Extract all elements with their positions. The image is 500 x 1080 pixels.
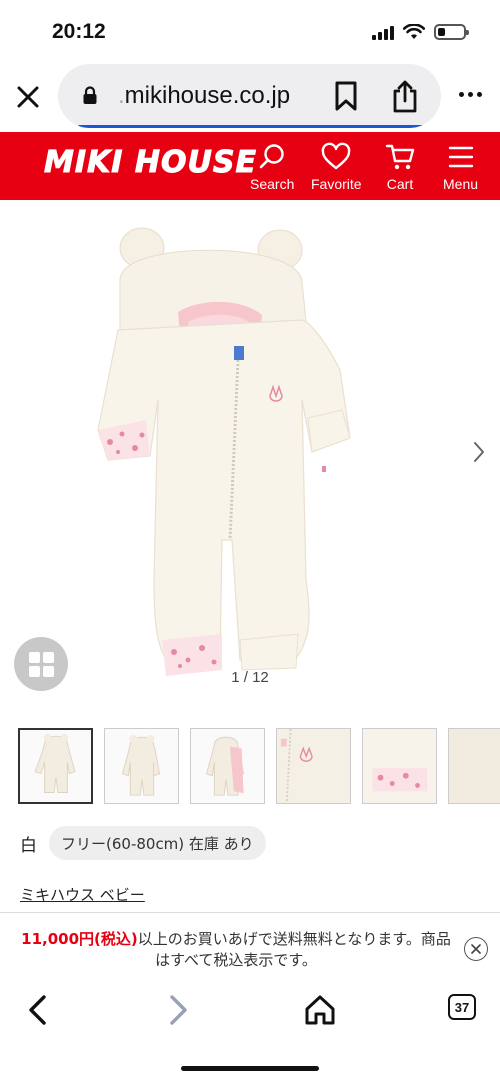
browser-url-row: .mikihouse.co.jp: [0, 62, 500, 132]
signal-icon: [372, 24, 394, 40]
nav-menu-label: Menu: [443, 176, 479, 192]
load-progress-bar: [78, 125, 425, 128]
cart-icon: [385, 144, 415, 170]
variant-row: 白 フリー(60-80cm) 在庫 あり: [20, 826, 266, 860]
status-bar: 20:12: [0, 0, 500, 62]
thumbnail-item[interactable]: [448, 728, 500, 804]
notice-tax: (税込): [94, 930, 138, 948]
product-gallery[interactable]: 1 / 12: [0, 200, 500, 720]
thumbnail-strip[interactable]: [18, 728, 500, 806]
nav-favorite-label: Favorite: [311, 176, 362, 192]
wifi-icon: [403, 24, 425, 39]
site-logo[interactable]: MIKI HOUSE: [44, 145, 257, 181]
browser-toolbar: 37: [0, 980, 500, 1080]
battery-icon: [434, 24, 469, 40]
bookmark-icon[interactable]: [334, 81, 358, 111]
shipping-notice: 11,000円(税込)以上のお買いあげで送料無料となります。商品はすべて税込表示…: [0, 912, 500, 978]
notice-close-button[interactable]: [464, 937, 488, 961]
thumbnail-item[interactable]: [362, 728, 437, 804]
thumbnail-item[interactable]: [18, 728, 93, 804]
close-icon[interactable]: [14, 83, 42, 111]
thumbnail-item[interactable]: [276, 728, 351, 804]
back-icon[interactable]: [20, 992, 56, 1028]
image-counter: 1 / 12: [231, 669, 269, 686]
notice-price: 11,000円: [21, 930, 95, 948]
nav-favorite[interactable]: Favorite: [311, 142, 362, 192]
nav-cart-label: Cart: [386, 176, 414, 192]
home-indicator: [181, 1066, 319, 1071]
notice-body: 以上のお買いあげで送料無料となります。商品はすべて税込表示です。: [137, 930, 451, 969]
site-header: MIKI HOUSE Search Favorite Cart Menu: [0, 132, 500, 200]
size-chip[interactable]: フリー(60-80cm) 在庫 あり: [49, 826, 266, 860]
nav-search-label: Search: [250, 176, 295, 192]
more-options-icon[interactable]: [459, 92, 482, 97]
search-icon: [259, 144, 284, 169]
color-label: 白: [20, 835, 37, 856]
menu-icon: [448, 146, 473, 168]
address-bar[interactable]: .mikihouse.co.jp: [58, 64, 441, 128]
thumbnail-item[interactable]: [190, 728, 265, 804]
brand-link[interactable]: ミキハウス ベビー: [20, 884, 145, 905]
lock-icon: [83, 86, 97, 104]
home-icon[interactable]: [302, 992, 338, 1028]
share-icon[interactable]: [391, 79, 419, 113]
nav-search[interactable]: Search: [250, 142, 294, 192]
status-time: 20:12: [52, 20, 106, 43]
product-image[interactable]: [80, 220, 370, 690]
nav-menu[interactable]: Menu: [443, 142, 478, 192]
notice-text: 11,000円(税込)以上のお買いあげで送料無料となります。商品はすべて税込表示…: [16, 929, 456, 971]
chevron-right-icon[interactable]: [472, 440, 486, 464]
close-icon: [471, 944, 481, 954]
status-icons: [372, 24, 469, 40]
url-text[interactable]: .mikihouse.co.jp: [118, 82, 290, 110]
forward-icon[interactable]: [160, 992, 196, 1028]
heart-icon: [321, 142, 351, 170]
tabs-button[interactable]: 37: [448, 994, 476, 1020]
thumbnail-item[interactable]: [104, 728, 179, 804]
nav-cart[interactable]: Cart: [385, 142, 415, 192]
